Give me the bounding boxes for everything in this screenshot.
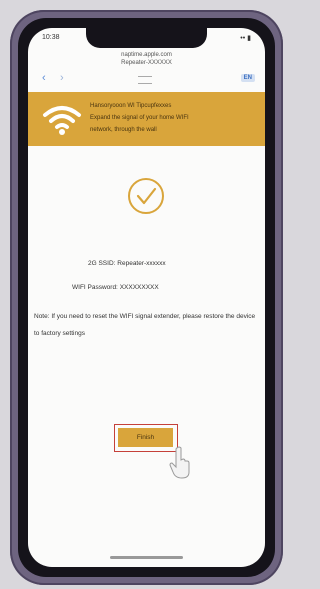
password-label: WIFI Password: [72, 284, 118, 291]
banner-subtitle-2: network, through the wall [90, 127, 157, 133]
ssid-row: 2G SSID: Repeater-xxxxxx [88, 260, 166, 267]
phone-frame: 10:38 •• ▮ naptime.apple.com Repeater-XX… [10, 10, 283, 585]
language-badge[interactable]: EN [240, 74, 255, 82]
banner-subtitle: Expand the signal of your home WIFI [90, 115, 189, 121]
wifi-icon [43, 106, 81, 135]
status-icons: •• ▮ [240, 35, 251, 42]
banner-text: Hansoryooon WI Tipcupfexxes Expand the s… [90, 100, 260, 136]
finish-button[interactable]: Finish [118, 428, 173, 447]
phone-notch [86, 28, 207, 48]
header-banner: Hansoryooon WI Tipcupfexxes Expand the s… [28, 92, 265, 146]
status-time: 10:38 [42, 34, 60, 41]
hand-pointer-icon [169, 446, 190, 479]
password-value: XXXXXXXXX [119, 284, 159, 291]
home-indicator[interactable] [110, 556, 183, 559]
reset-note: Note: If you need to reset the WIFI sign… [34, 313, 256, 337]
ssid-label: 2G SSID: [88, 260, 116, 267]
forward-icon[interactable]: › [60, 72, 64, 84]
password-row: WIFI Password: XXXXXXXXX [72, 284, 159, 291]
phone-screen: 10:38 •• ▮ naptime.apple.com Repeater-XX… [28, 28, 265, 567]
phone-bezel: 10:38 •• ▮ naptime.apple.com Repeater-XX… [18, 18, 275, 577]
menu-icon[interactable] [138, 76, 152, 84]
back-icon[interactable]: ‹ [42, 72, 46, 84]
check-circle-icon [126, 176, 166, 216]
url-page-title: Repeater-XXXXXX [121, 60, 172, 66]
banner-title: Hansoryooon WI Tipcupfexxes [90, 103, 172, 109]
address-bar[interactable]: naptime.apple.com Repeater-XXXXXX [28, 52, 265, 66]
browser-toolbar: ‹ › EN [28, 72, 265, 86]
ssid-value: Repeater-xxxxxx [117, 260, 166, 267]
url-domain: naptime.apple.com [121, 52, 172, 58]
